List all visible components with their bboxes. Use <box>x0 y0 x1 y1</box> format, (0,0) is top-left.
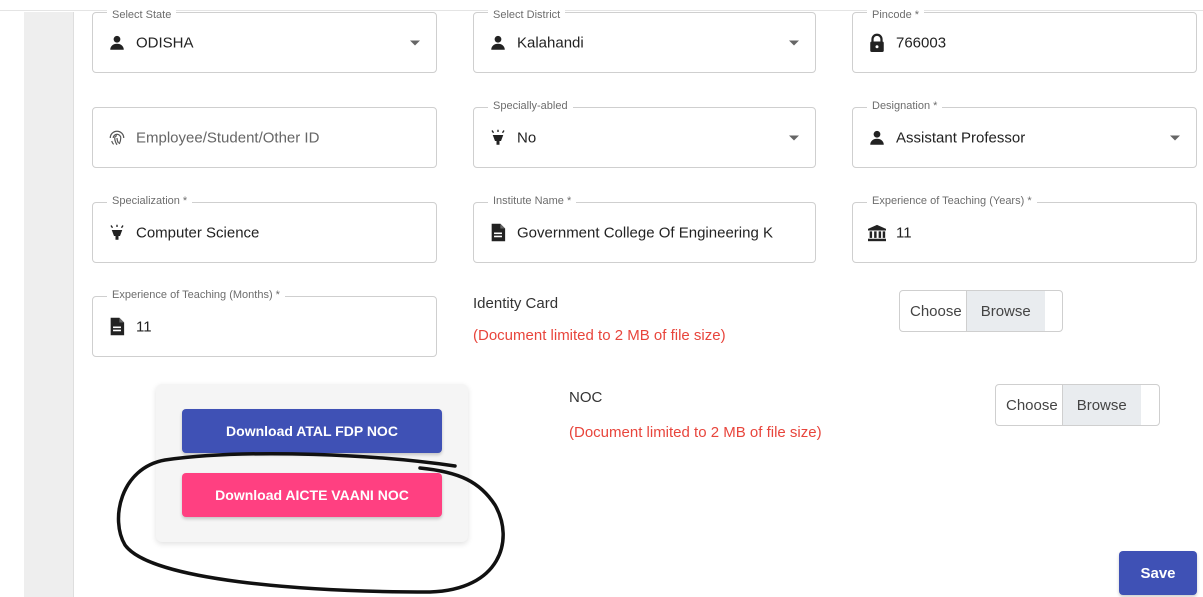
document-icon <box>488 223 508 243</box>
identity-card-file-input[interactable]: Choose Browse <box>899 290 1063 332</box>
pincode-field[interactable]: Pincode * 766003 <box>852 9 1197 73</box>
left-sidebar-strip <box>24 12 74 597</box>
browse-button[interactable]: Browse <box>965 291 1045 331</box>
specially-abled-value: No <box>517 129 537 146</box>
noc-label: NOC <box>569 389 603 406</box>
state-label: Select State <box>107 9 177 21</box>
noc-download-card <box>156 384 468 542</box>
state-value: ODISHA <box>136 34 194 51</box>
employee-id-placeholder: Employee/Student/Other ID <box>136 129 320 146</box>
district-label: Select District <box>488 9 566 21</box>
identity-card-label: Identity Card <box>473 295 559 312</box>
district-select[interactable]: Select District Kalahandi <box>473 9 816 73</box>
choose-file-text: Choose <box>910 302 962 320</box>
registration-form-page: Select State ODISHA Select District Kala… <box>0 0 1203 597</box>
lock-icon <box>867 33 887 53</box>
download-atal-fdp-noc-button[interactable]: Download ATAL FDP NOC <box>182 409 442 453</box>
browse-button[interactable]: Browse <box>1061 385 1141 425</box>
pincode-label: Pincode * <box>867 9 925 21</box>
save-button[interactable]: Save <box>1119 551 1197 595</box>
top-divider <box>0 10 1203 11</box>
download-aicte-vaani-noc-button[interactable]: Download AICTE VAANI NOC <box>182 473 442 517</box>
experience-months-label: Experience of Teaching (Months) * <box>107 289 285 301</box>
institution-icon <box>867 223 887 243</box>
document-icon <box>107 317 127 337</box>
identity-card-hint: (Document limited to 2 MB of file size) <box>473 327 726 344</box>
employee-id-field[interactable]: Employee/Student/Other ID <box>92 107 437 168</box>
noc-file-input[interactable]: Choose Browse <box>995 384 1160 426</box>
chevron-down-icon[interactable] <box>1170 135 1180 140</box>
experience-years-label: Experience of Teaching (Years) * <box>867 195 1037 207</box>
pincode-value: 766003 <box>896 34 947 51</box>
lamp-icon <box>107 223 127 243</box>
specialization-field[interactable]: Specialization * Computer Science <box>92 195 437 263</box>
choose-file-text: Choose <box>1006 396 1058 414</box>
experience-years-value: 11 <box>896 224 912 241</box>
chevron-down-icon[interactable] <box>410 40 420 45</box>
institute-name-label: Institute Name * <box>488 195 577 207</box>
experience-months-value: 11 <box>136 318 152 335</box>
district-value: Kalahandi <box>517 34 584 51</box>
designation-select[interactable]: Designation * Assistant Professor <box>852 100 1197 168</box>
specialization-label: Specialization * <box>107 195 193 207</box>
chevron-down-icon[interactable] <box>789 40 799 45</box>
institute-name-field[interactable]: Institute Name * Government College Of E… <box>473 195 816 263</box>
institute-name-value: Government College Of Engineering K <box>517 224 773 241</box>
designation-label: Designation * <box>867 100 943 112</box>
person-icon <box>107 33 127 53</box>
person-icon <box>488 33 508 53</box>
fingerprint-icon <box>107 128 127 148</box>
designation-value: Assistant Professor <box>896 129 1026 146</box>
experience-years-field[interactable]: Experience of Teaching (Years) * 11 <box>852 195 1197 263</box>
specially-abled-label: Specially-abled <box>488 100 573 112</box>
state-select[interactable]: Select State ODISHA <box>92 9 437 73</box>
person-icon <box>867 128 887 148</box>
noc-hint: (Document limited to 2 MB of file size) <box>569 424 822 441</box>
left-gutter <box>0 0 24 597</box>
experience-months-field[interactable]: Experience of Teaching (Months) * 11 <box>92 289 437 357</box>
lamp-icon <box>488 128 508 148</box>
specialization-value: Computer Science <box>136 224 260 241</box>
specially-abled-select[interactable]: Specially-abled No <box>473 100 816 168</box>
chevron-down-icon[interactable] <box>789 135 799 140</box>
